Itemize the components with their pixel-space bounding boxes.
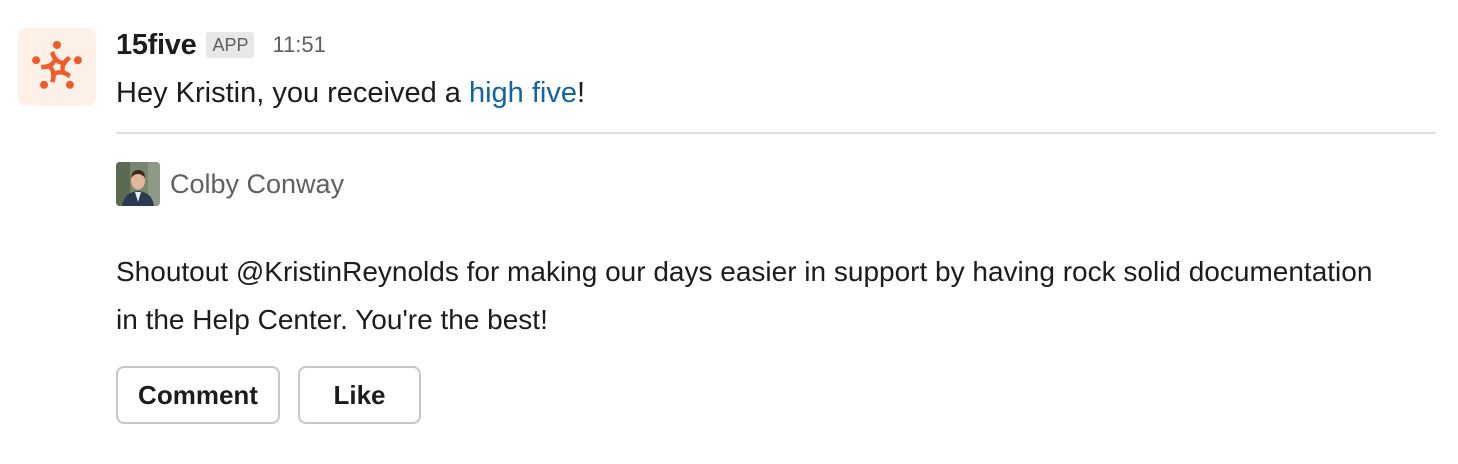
attachment-author: Colby Conway	[116, 162, 1436, 206]
message-timestamp[interactable]: 11:51	[272, 32, 325, 58]
greeting-suffix: !	[577, 77, 586, 109]
message-header: 15five APP 11:51	[116, 24, 1436, 66]
greeting-text: Hey Kristin, you received a high five!	[116, 72, 1436, 114]
person-photo-icon	[116, 162, 160, 206]
app-avatar[interactable]	[18, 28, 96, 106]
shoutout-text: Shoutout @KristinReynolds for making our…	[116, 256, 1373, 335]
author-name[interactable]: Colby Conway	[170, 169, 344, 200]
comment-button[interactable]: Comment	[116, 366, 280, 424]
like-button[interactable]: Like	[298, 366, 421, 424]
slack-message: 15five APP 11:51 Hey Kristin, you receiv…	[0, 0, 1458, 464]
sender-name[interactable]: 15five	[116, 29, 197, 62]
high-five-link[interactable]: high five	[469, 77, 577, 109]
message-content: 15five APP 11:51 Hey Kristin, you receiv…	[116, 24, 1436, 424]
app-badge: APP	[206, 32, 255, 58]
greeting-prefix: Hey Kristin, you received a	[116, 77, 469, 109]
15five-logo-icon	[32, 41, 82, 89]
user-photo-avatar[interactable]	[116, 162, 160, 206]
action-buttons: Comment Like	[116, 366, 1436, 424]
divider	[116, 132, 1436, 134]
